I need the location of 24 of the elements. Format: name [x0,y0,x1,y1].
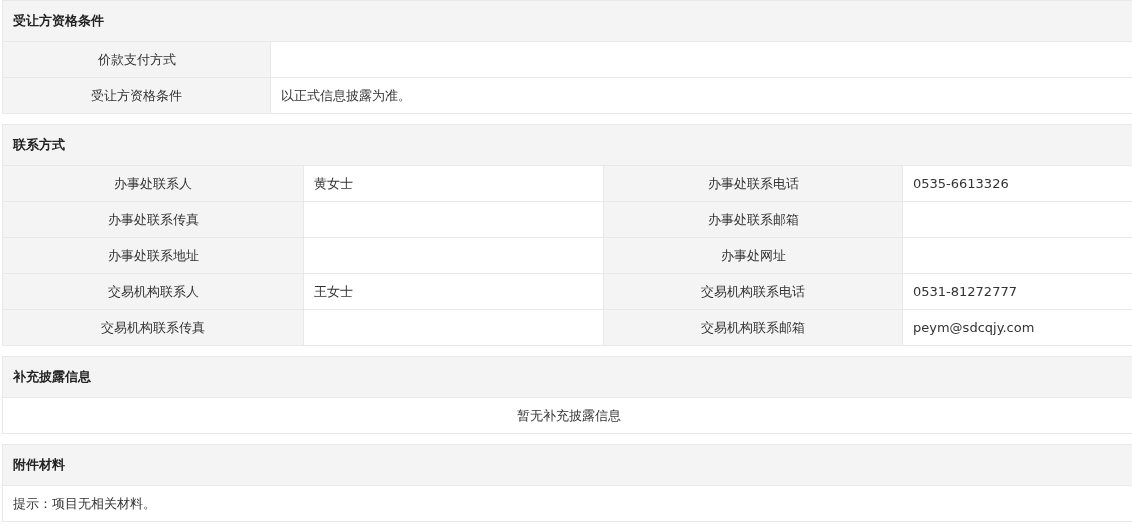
field-label: 交易机构联系人 [3,273,303,309]
field-label: 交易机构联系传真 [3,309,303,345]
field-label: 办事处联系电话 [603,165,902,201]
notice-text: 提示：项目无相关材料。 [3,485,1132,521]
section-header: 附件材料 [3,445,1132,485]
field-label: 办事处联系邮箱 [603,201,902,237]
field-label: 办事处联系人 [3,165,303,201]
field-value: 0531-81272777 [902,273,1132,309]
field-label: 交易机构联系电话 [603,273,902,309]
field-label: 价款支付方式 [3,41,270,77]
field-value: 黄女士 [303,165,603,201]
field-value: 0535-6613326 [902,165,1132,201]
section-header: 联系方式 [3,125,1132,165]
field-label: 交易机构联系邮箱 [603,309,902,345]
notice-text: 暂无补充披露信息 [3,397,1132,433]
field-label: 办事处联系传真 [3,201,303,237]
field-label: 受让方资格条件 [3,77,270,113]
field-label: 办事处网址 [603,237,902,273]
section-header: 受让方资格条件 [3,1,1132,41]
field-value: 以正式信息披露为准。 [270,77,1132,113]
field-value: 王女士 [303,273,603,309]
field-value: peym@sdcqjy.com [902,309,1132,345]
section-header: 补充披露信息 [3,357,1132,397]
field-label: 办事处联系地址 [3,237,303,273]
